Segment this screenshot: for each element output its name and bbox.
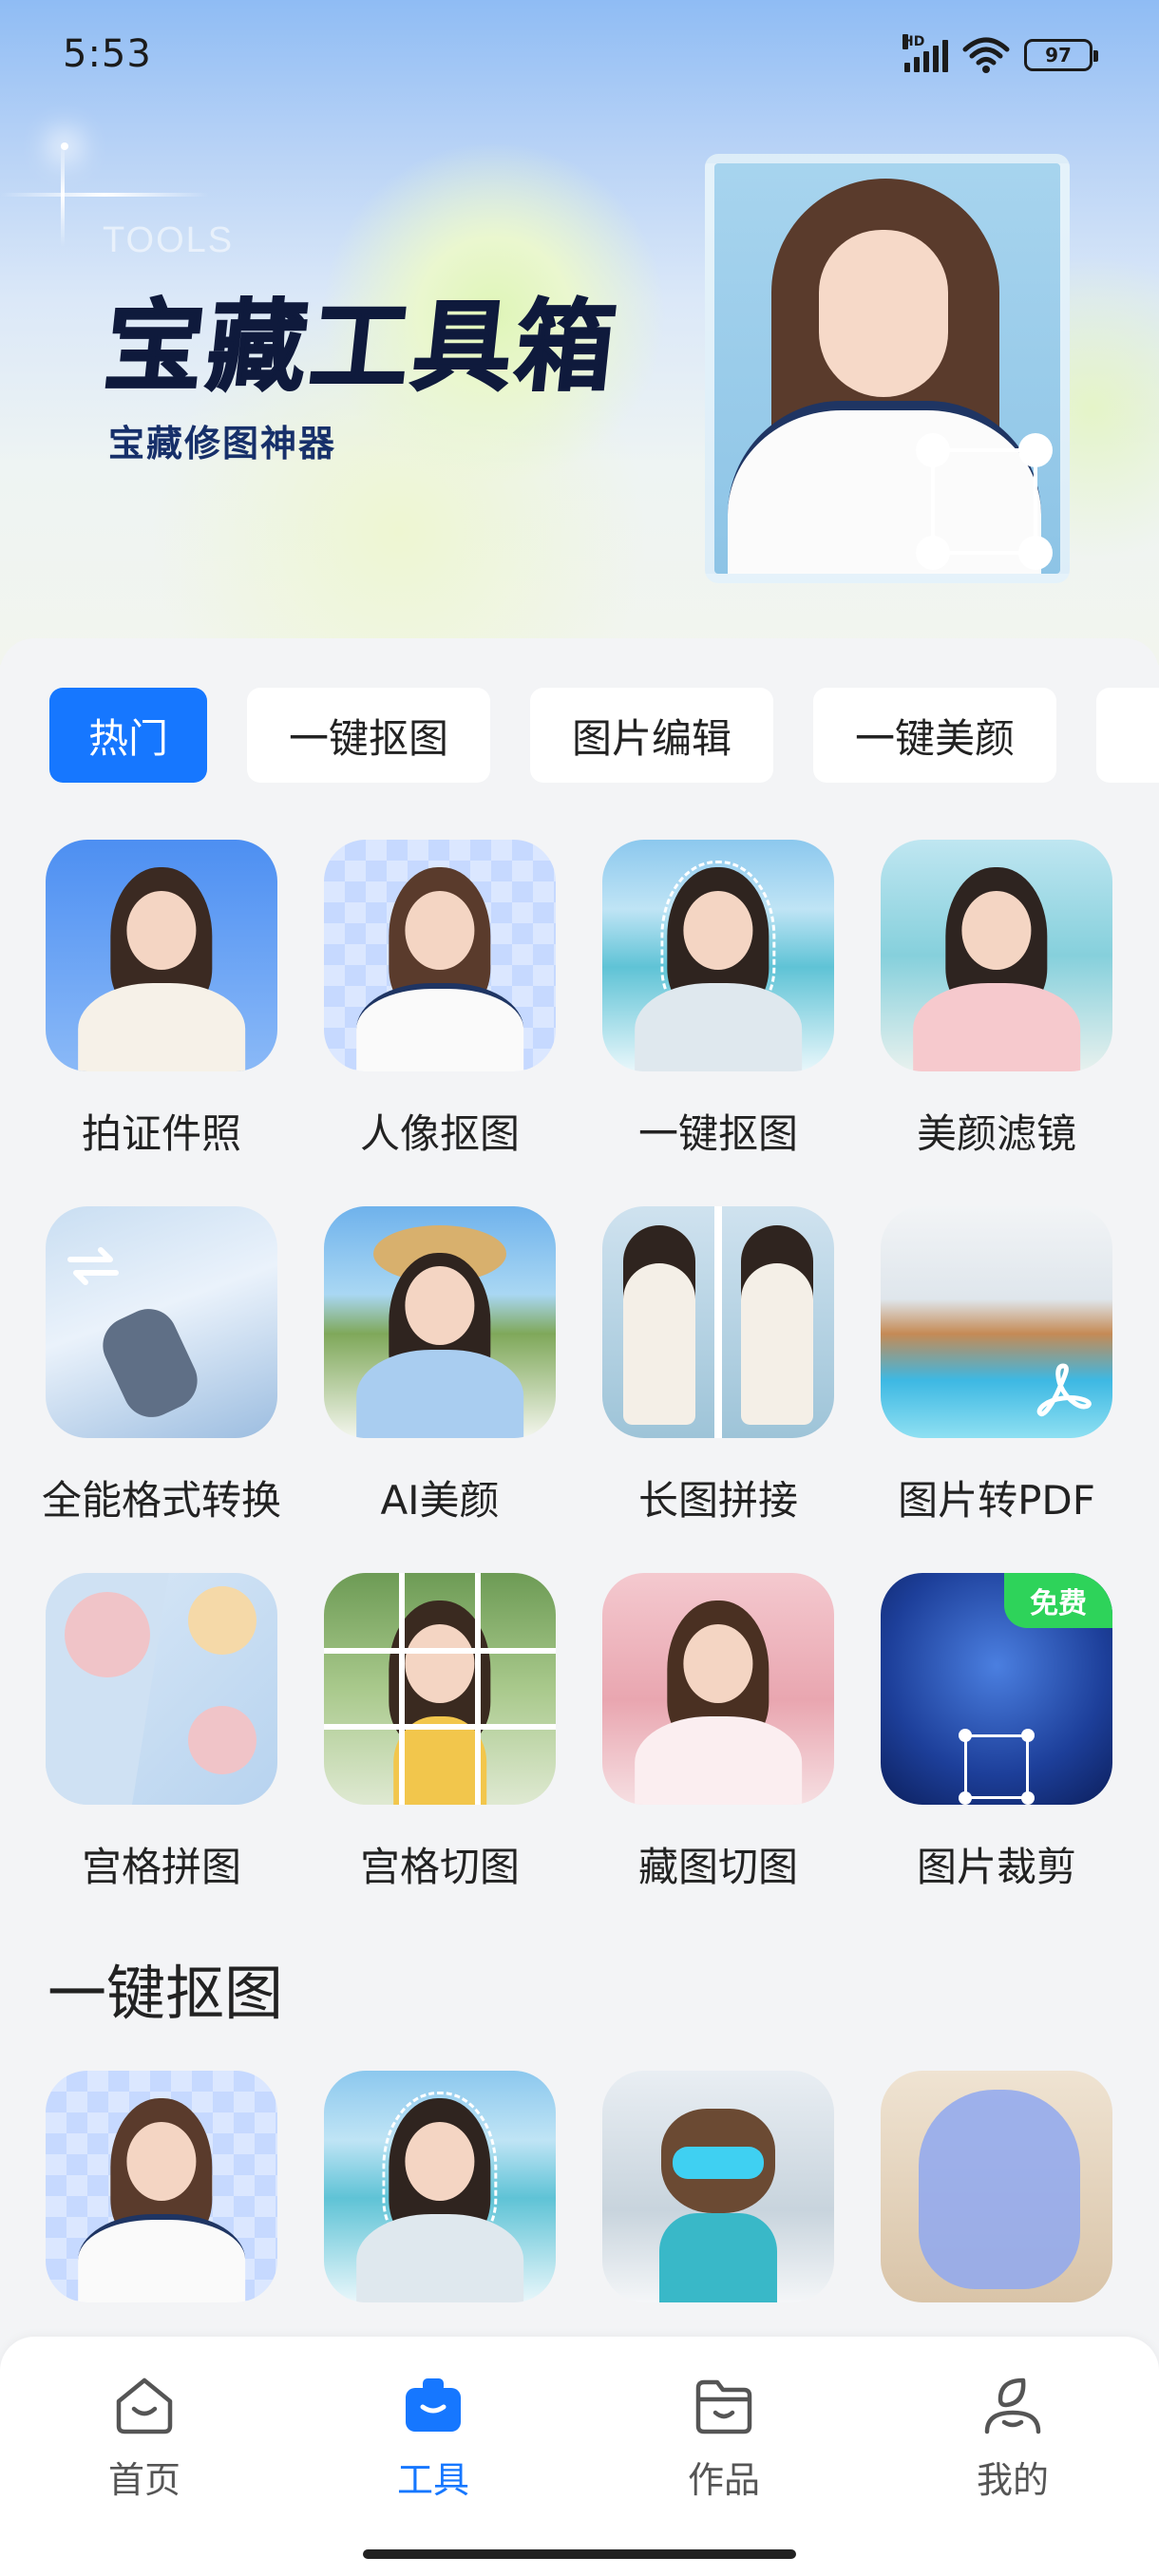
example-thumbnail[interactable] <box>324 2071 556 2302</box>
example-thumbnail[interactable] <box>881 2071 1112 2302</box>
tool-thumbnail <box>602 1573 834 1805</box>
tool-thumbnail <box>602 840 834 1071</box>
tab-more[interactable] <box>1096 688 1159 783</box>
tab-one-click-beauty[interactable]: 一键美颜 <box>813 688 1056 783</box>
sparkle-icon <box>61 142 68 150</box>
tool-grid-slice[interactable]: 宫格切图 <box>324 1573 556 1940</box>
crop-frame-icon <box>916 433 1053 570</box>
category-tabs: 热门 一键抠图 图片编辑 一键美颜 <box>49 688 1159 783</box>
tool-long-image-stitch[interactable]: 长图拼接 <box>602 1206 834 1573</box>
tool-thumbnail <box>324 840 556 1071</box>
tool-label: 一键抠图 <box>637 1110 798 1157</box>
tool-thumbnail <box>881 1206 1112 1438</box>
tool-beauty-filter[interactable]: 美颜滤镜 <box>881 840 1112 1206</box>
tool-one-click-cutout[interactable]: 一键抠图 <box>602 840 834 1206</box>
pdf-icon <box>1036 1363 1092 1417</box>
nav-home[interactable]: 首页 <box>68 2375 220 2503</box>
tool-label: 宫格切图 <box>359 1844 520 1890</box>
status-icons: HD 97 <box>902 34 1098 74</box>
toolbox-icon <box>406 2378 461 2432</box>
hero-watermark: TOOLS <box>103 220 235 260</box>
signal-icon: HD <box>902 34 948 72</box>
nav-label: 我的 <box>976 2459 1049 2501</box>
nav-label: 首页 <box>107 2459 180 2501</box>
tool-thumbnail <box>46 1573 277 1805</box>
tool-label: 人像抠图 <box>359 1110 520 1157</box>
section-title: 一键抠图 <box>48 1959 284 2028</box>
tool-grid: 拍证件照 人像抠图 一键抠图 美颜滤镜 全能格式转换 AI美颜 长图拼接 图片转… <box>42 840 1113 1940</box>
tool-label: 美颜滤镜 <box>916 1110 1076 1157</box>
hero-subtitle: 宝藏修图神器 <box>108 423 337 464</box>
bottom-navigation: 首页 工具 作品 我的 <box>0 2337 1159 2576</box>
tool-image-to-pdf[interactable]: 图片转PDF <box>881 1206 1112 1573</box>
nav-tools[interactable]: 工具 <box>357 2375 509 2503</box>
tool-hidden-image-slice[interactable]: 藏图切图 <box>602 1573 834 1940</box>
tool-label: 图片转PDF <box>898 1477 1095 1524</box>
tool-ai-beauty[interactable]: AI美颜 <box>324 1206 556 1573</box>
tool-thumbnail: 免费 <box>881 1573 1112 1805</box>
home-indicator[interactable] <box>363 2549 796 2559</box>
tool-thumbnail <box>324 1206 556 1438</box>
tool-thumbnail <box>602 1206 834 1438</box>
tool-label: 藏图切图 <box>637 1844 798 1890</box>
profile-icon <box>984 2377 1041 2434</box>
convert-icon <box>67 1247 119 1285</box>
nav-label: 作品 <box>687 2459 760 2501</box>
battery-icon: 97 <box>1024 39 1098 71</box>
tool-label: 宫格拼图 <box>81 1844 241 1890</box>
tool-format-convert[interactable]: 全能格式转换 <box>42 1206 281 1573</box>
cutout-examples <box>46 2071 1113 2302</box>
tool-thumbnail <box>46 1206 277 1438</box>
crop-frame-icon <box>959 1729 1035 1805</box>
folder-icon <box>695 2379 752 2434</box>
tool-grid-collage[interactable]: 宫格拼图 <box>46 1573 277 1940</box>
wifi-icon <box>962 37 1010 73</box>
nav-label: 工具 <box>396 2459 469 2501</box>
network-type-label: HD <box>902 34 925 49</box>
tool-thumbnail <box>324 1573 556 1805</box>
tool-label: 全能格式转换 <box>41 1477 281 1524</box>
tool-label: 图片裁剪 <box>916 1844 1076 1890</box>
free-badge: 免费 <box>1004 1573 1112 1628</box>
nav-works[interactable]: 作品 <box>648 2375 800 2503</box>
sparkle-decoration <box>0 193 209 197</box>
tab-hot[interactable]: 热门 <box>49 688 207 783</box>
example-thumbnail[interactable] <box>46 2071 277 2302</box>
tab-image-edit[interactable]: 图片编辑 <box>530 688 773 783</box>
tool-thumbnail <box>881 840 1112 1071</box>
tool-image-crop[interactable]: 免费 图片裁剪 <box>881 1573 1112 1940</box>
nav-profile[interactable]: 我的 <box>937 2375 1089 2503</box>
tool-label: 拍证件照 <box>81 1110 241 1157</box>
tool-thumbnail <box>46 840 277 1071</box>
tool-label: 长图拼接 <box>637 1477 798 1524</box>
tool-id-photo[interactable]: 拍证件照 <box>46 840 277 1206</box>
sparkle-decoration <box>61 142 65 247</box>
hero-title: 宝藏工具箱 <box>99 292 625 404</box>
example-thumbnail[interactable] <box>602 2071 834 2302</box>
home-icon <box>116 2377 173 2434</box>
tab-one-click-cutout[interactable]: 一键抠图 <box>247 688 490 783</box>
tool-label: AI美颜 <box>380 1477 500 1524</box>
tool-portrait-cutout[interactable]: 人像抠图 <box>324 840 556 1206</box>
status-time: 5:53 <box>63 32 152 76</box>
